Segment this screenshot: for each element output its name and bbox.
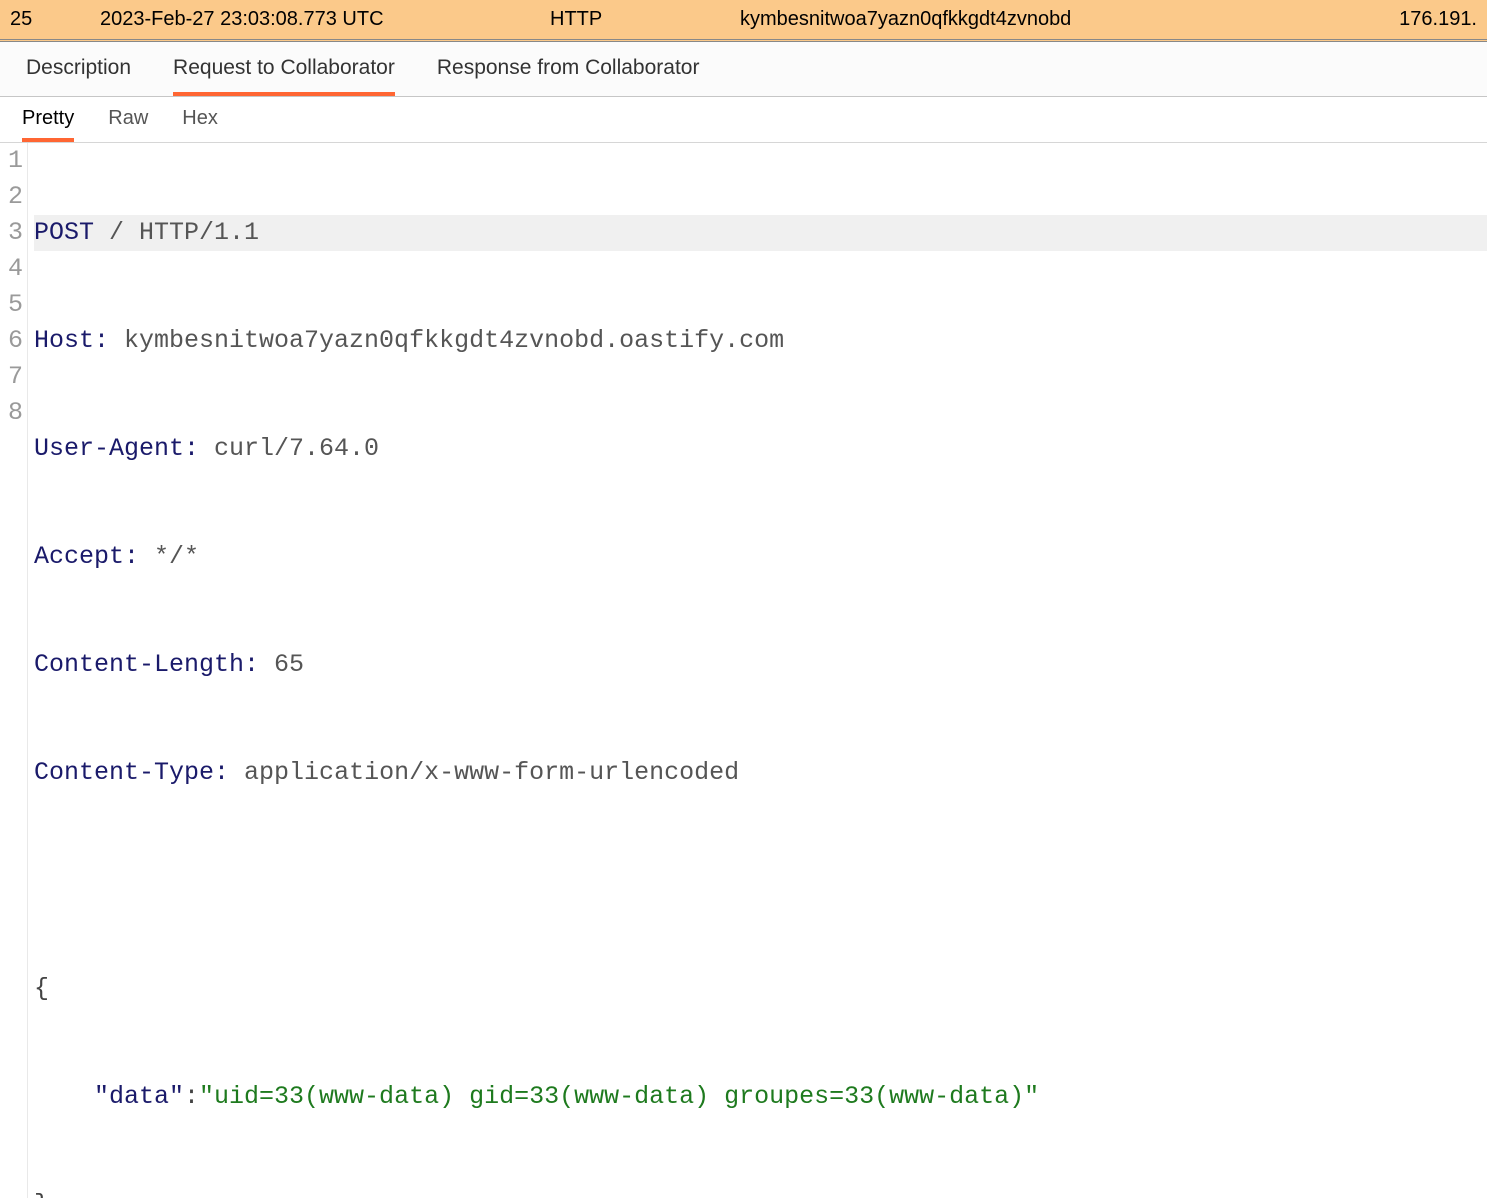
line-number: 4 bbox=[0, 251, 23, 287]
line-number: 8 bbox=[0, 395, 23, 431]
line-number: 6 bbox=[0, 323, 23, 359]
header-content-type: Content-Type: application/x-www-form-url… bbox=[34, 755, 1487, 791]
body-open-brace: { bbox=[34, 971, 1487, 1007]
header-content-length: Content-Length: 65 bbox=[34, 647, 1487, 683]
brace-close: } bbox=[34, 1187, 49, 1198]
header-value: application/x-www-form-urlencoded bbox=[229, 755, 739, 791]
header-host: Host: kymbesnitwoa7yazn0qfkkgdt4zvnobd.o… bbox=[34, 323, 1487, 359]
json-colon: : bbox=[184, 1079, 199, 1115]
detail-tabs: Description Request to Collaborator Resp… bbox=[0, 42, 1487, 97]
line-number: 3 bbox=[0, 215, 23, 251]
header-name: Content-Type: bbox=[34, 755, 229, 791]
subtab-raw[interactable]: Raw bbox=[108, 107, 148, 142]
header-value: kymbesnitwoa7yazn0qfkkgdt4zvnobd.oastify… bbox=[109, 323, 784, 359]
http-method: POST bbox=[34, 215, 94, 251]
body-close-brace: } bbox=[34, 1187, 1487, 1198]
header-user-agent: User-Agent: curl/7.64.0 bbox=[34, 431, 1487, 467]
line-number: 1 bbox=[0, 143, 23, 179]
subtab-pretty[interactable]: Pretty bbox=[22, 107, 74, 142]
request-line: POST / HTTP/1.1 bbox=[34, 215, 1487, 251]
header-value: 65 bbox=[259, 647, 304, 683]
header-name: Content-Length: bbox=[34, 647, 259, 683]
col-ip: 176.191. bbox=[1387, 8, 1477, 31]
brace-open: { bbox=[34, 971, 49, 1007]
col-protocol: HTTP bbox=[550, 8, 740, 31]
header-value: curl/7.64.0 bbox=[199, 431, 379, 467]
header-name: User-Agent: bbox=[34, 431, 199, 467]
header-name: Host: bbox=[34, 323, 109, 359]
body-data-line: "data":"uid=33(www-data) gid=33(www-data… bbox=[34, 1079, 1487, 1115]
blank-line bbox=[34, 863, 1487, 899]
col-payload: kymbesnitwoa7yazn0qfkkgdt4zvnobd bbox=[740, 8, 1387, 31]
line-number: 7 bbox=[0, 359, 23, 395]
view-tabs: Pretty Raw Hex bbox=[0, 97, 1487, 143]
header-value: */* bbox=[139, 539, 199, 575]
col-time: 2023-Feb-27 23:03:08.773 UTC bbox=[100, 8, 550, 31]
request-editor[interactable]: 1 2 3 4 5 6 7 8 POST / HTTP/1.1 Host: ky… bbox=[0, 143, 1487, 1198]
code-body[interactable]: POST / HTTP/1.1 Host: kymbesnitwoa7yazn0… bbox=[28, 143, 1487, 1198]
json-value: "uid=33(www-data) gid=33(www-data) group… bbox=[199, 1079, 1039, 1115]
line-gutter: 1 2 3 4 5 6 7 8 bbox=[0, 143, 28, 1198]
col-number: 25 bbox=[10, 8, 100, 31]
header-name: Accept: bbox=[34, 539, 139, 575]
header-accept: Accept: */* bbox=[34, 539, 1487, 575]
selected-interaction-row[interactable]: 25 2023-Feb-27 23:03:08.773 UTC HTTP kym… bbox=[0, 0, 1487, 42]
line-number: 2 bbox=[0, 179, 23, 215]
tab-response[interactable]: Response from Collaborator bbox=[437, 56, 700, 96]
tab-request[interactable]: Request to Collaborator bbox=[173, 56, 395, 96]
json-key: "data" bbox=[94, 1079, 184, 1115]
line-number: 5 bbox=[0, 287, 23, 323]
request-target: / HTTP/1.1 bbox=[94, 215, 259, 251]
subtab-hex[interactable]: Hex bbox=[182, 107, 218, 142]
tab-description[interactable]: Description bbox=[26, 56, 131, 96]
